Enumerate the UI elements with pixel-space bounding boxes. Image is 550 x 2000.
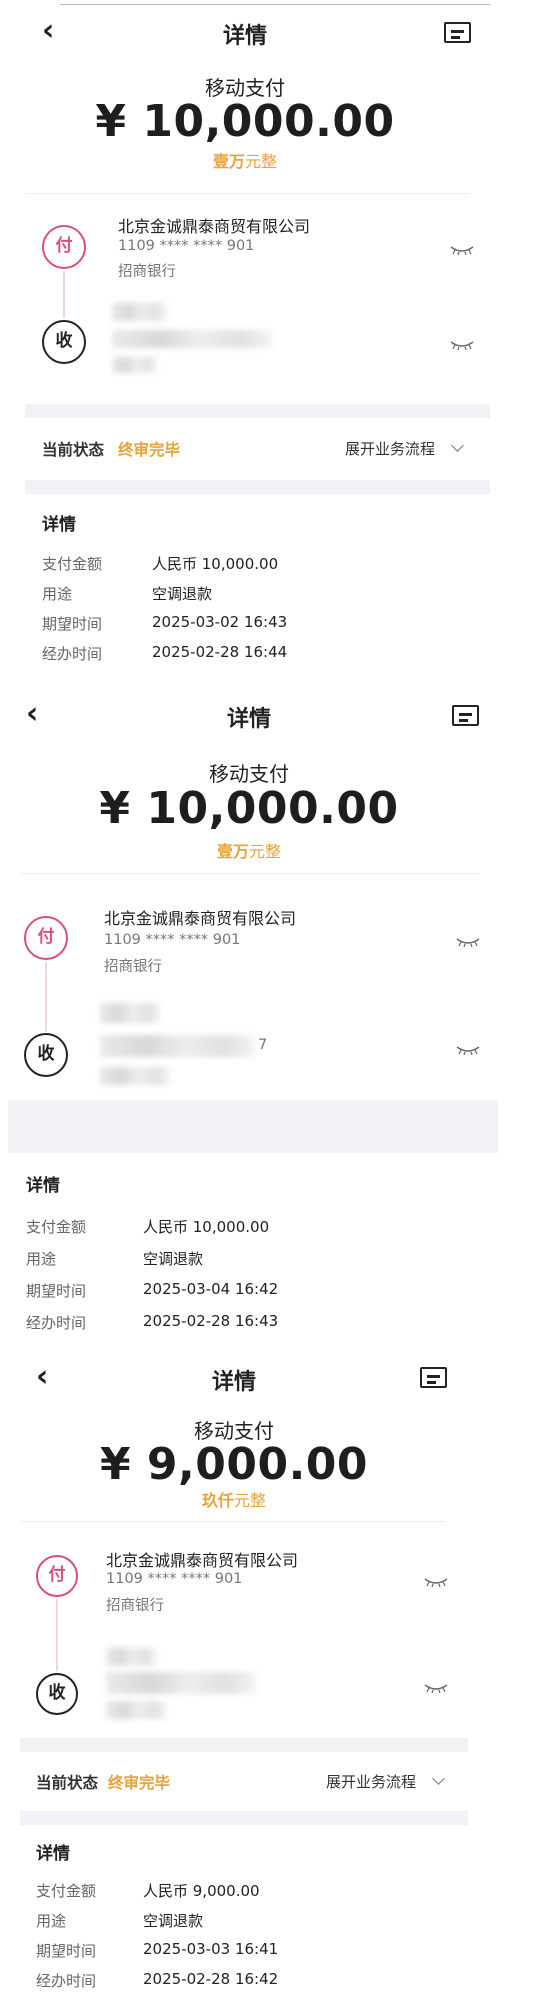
eye-closed-icon[interactable] [450,340,474,350]
status-label: 当前状态 [42,441,105,459]
detail-key: 经办时间 [26,1314,87,1332]
payee-name-redacted [100,1003,160,1023]
payer-badge: 付 [36,1555,78,1597]
page-title: 详情 [211,1370,256,1395]
detail-key: 期望时间 [36,1942,97,1960]
amount-caps-highlight: 玖仟 [201,1491,234,1510]
expand-workflow-button[interactable]: 展开业务流程 [345,438,435,459]
payer-bank: 招商银行 [106,1598,164,1614]
amount-caps-suffix: 元整 [245,152,278,171]
top-divider [60,4,490,5]
payer-company: 北京金诚鼎泰商贸有限公司 [118,217,311,236]
chevron-down-icon[interactable] [451,439,464,452]
amount: ¥ 10,000.00 [99,783,399,834]
payer-bank: 招商银行 [104,959,162,975]
payee-bank-redacted [112,357,157,373]
detail-key: 用途 [26,1250,57,1268]
message-icon[interactable] [452,705,479,726]
detail-key: 期望时间 [42,615,103,633]
detail-value: 2025-02-28 16:44 [152,643,288,661]
detail-key: 支付金额 [26,1218,87,1236]
eye-closed-icon[interactable] [424,1577,448,1587]
payer-badge: 付 [24,916,68,960]
payee-bank-redacted [100,1067,170,1085]
status-value: 终审完毕 [108,1774,171,1792]
eye-closed-icon[interactable] [424,1683,448,1693]
section-band [25,404,490,418]
chevron-down-icon[interactable] [432,1772,445,1785]
divider [25,193,470,194]
message-icon[interactable] [420,1367,447,1388]
amount-in-words: 壹万元整 [0,838,498,862]
detail-value: 2025-03-04 16:42 [143,1280,279,1298]
detail-key: 经办时间 [36,1972,97,1990]
detail-screen-1: ‹ 详情 移动支付 ¥ 10,000.00 壹万元整 付 北京金诚鼎泰商贸有限公… [0,0,490,680]
detail-value: 2025-03-02 16:43 [152,613,288,631]
amount-caps-suffix: 元整 [249,842,282,861]
detail-key: 期望时间 [26,1282,87,1300]
eye-closed-icon[interactable] [456,1045,480,1055]
eye-closed-icon[interactable] [456,937,480,947]
details-heading: 详情 [26,1176,60,1196]
payer-company: 北京金诚鼎泰商贸有限公司 [106,1551,299,1570]
detail-value: 人民币 10,000.00 [152,555,279,573]
payee-badge: 收 [24,1033,68,1077]
detail-value: 空调退款 [143,1912,204,1930]
flow-line [63,271,65,318]
section-band [8,1100,498,1153]
payee-badge: 收 [42,320,86,364]
payer-account: 1109 **** **** 901 [106,1571,243,1587]
amount: ¥ 10,000.00 [95,96,395,147]
detail-screen-3: ‹ 详情 移动支付 ¥ 9,000.00 玖仟元整 付 北京金诚鼎泰商贸有限公司… [0,1345,468,2000]
amount-in-words: 玖仟元整 [0,1487,468,1511]
detail-value: 2025-03-03 16:41 [143,1940,279,1958]
payer-account: 1109 **** **** 901 [104,932,241,948]
page-title: 详情 [222,24,267,49]
amount: ¥ 9,000.00 [99,1439,369,1490]
expand-workflow-button[interactable]: 展开业务流程 [326,1771,416,1792]
payer-account: 1109 **** **** 901 [118,238,255,254]
detail-key: 支付金额 [42,555,103,573]
detail-value: 空调退款 [143,1250,204,1268]
detail-key: 用途 [42,585,73,603]
payee-badge: 收 [36,1673,78,1715]
flow-line [56,1599,58,1671]
section-band [20,1738,468,1752]
payer-badge: 付 [42,225,86,269]
amount-caps-highlight: 壹万 [212,152,245,171]
payee-bank-redacted [106,1701,166,1719]
payee-account-redacted [112,330,272,348]
details-heading: 详情 [42,515,76,535]
detail-value: 人民币 9,000.00 [143,1882,260,1900]
detail-key: 用途 [36,1912,67,1930]
amount-caps-suffix: 元整 [234,1491,267,1510]
section-band [20,1811,468,1825]
detail-key: 支付金额 [36,1882,97,1900]
divider [20,1521,445,1522]
message-icon[interactable] [444,22,471,43]
eye-closed-icon[interactable] [450,245,474,255]
payee-account-tail: 7 [258,1037,268,1053]
payee-account-redacted [106,1672,256,1694]
page-title: 详情 [226,707,271,732]
amount-in-words: 壹万元整 [0,148,490,172]
detail-value: 人民币 10,000.00 [143,1218,270,1236]
divider [20,873,480,874]
payee-name-redacted [106,1648,156,1666]
status-value: 终审完毕 [118,441,181,459]
detail-screen-2: ‹ 详情 移动支付 ¥ 10,000.00 壹万元整 付 北京金诚鼎泰商贸有限公… [0,683,498,1345]
detail-value: 空调退款 [152,585,213,603]
detail-value: 2025-02-28 16:42 [143,1970,279,1988]
detail-key: 经办时间 [42,645,103,663]
payee-account-redacted [100,1035,255,1057]
payer-company: 北京金诚鼎泰商贸有限公司 [104,909,297,928]
amount-caps-highlight: 壹万 [216,842,249,861]
flow-line [45,962,47,1032]
details-heading: 详情 [36,1844,70,1864]
payee-name-redacted [112,303,167,321]
status-label: 当前状态 [36,1774,99,1792]
detail-value: 2025-02-28 16:43 [143,1312,279,1330]
section-band [25,480,490,494]
payer-bank: 招商银行 [118,264,176,280]
